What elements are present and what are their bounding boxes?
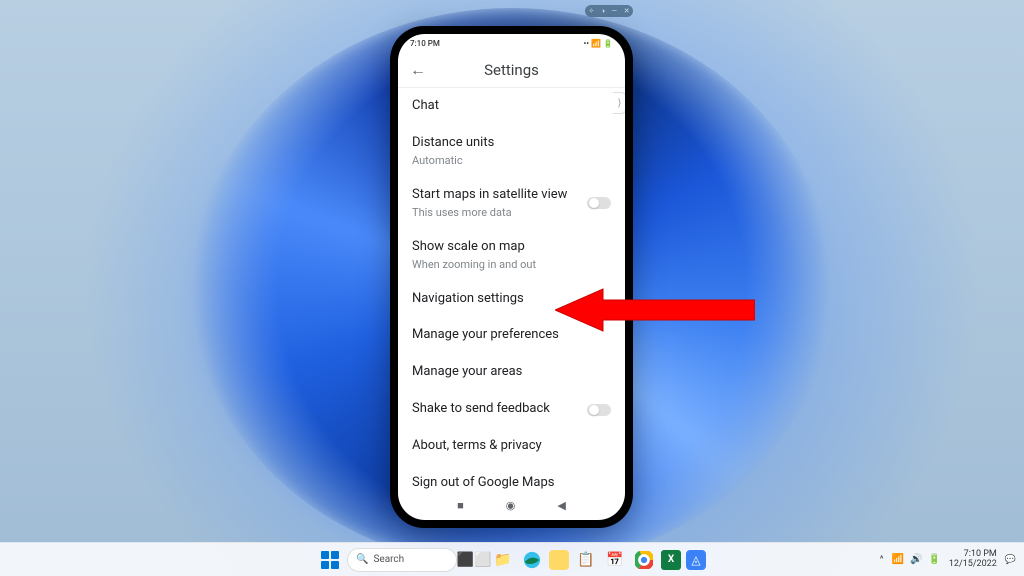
setting-title: Navigation settings	[412, 291, 524, 308]
setting-satellite-view[interactable]: Start maps in satellite view This uses m…	[398, 177, 625, 229]
toggle-switch[interactable]	[587, 404, 611, 416]
edge-icon[interactable]	[520, 548, 544, 572]
clock-date: 12/15/2022	[949, 560, 997, 570]
toggle-switch[interactable]	[587, 197, 611, 209]
app-icon-blue[interactable]: ◬	[686, 550, 706, 570]
setting-sub: This uses more data	[412, 206, 567, 219]
speaker-icon[interactable]: 🔊	[910, 554, 922, 565]
setting-manage-areas[interactable]: Manage your areas	[398, 354, 625, 391]
app-icon-3[interactable]: 📅	[603, 548, 627, 572]
search-icon: 🔍	[356, 554, 368, 565]
setting-chat[interactable]: Chat	[398, 88, 625, 125]
notifications-icon[interactable]: 💬	[1005, 555, 1016, 565]
taskbar-search[interactable]: 🔍 Search	[347, 548, 457, 572]
settings-list[interactable]: Chat Distance units Automatic Start maps…	[398, 88, 625, 490]
setting-title: Sign out of Google Maps	[412, 475, 555, 490]
setting-title: Shake to send feedback	[412, 401, 550, 418]
close-icon[interactable]: ✕	[624, 7, 630, 15]
taskbar-center: 🔍 Search ⬛⬜ 📁 📋 📅 X ◬	[318, 548, 706, 572]
windows-taskbar[interactable]: 🔍 Search ⬛⬜ 📁 📋 📅 X ◬ ^ 📶 🔊 🔋 7:10 PM 12…	[0, 542, 1024, 576]
setting-distance-units[interactable]: Distance units Automatic	[398, 125, 625, 177]
page-title: Settings	[410, 61, 613, 79]
start-button[interactable]	[318, 548, 342, 572]
setting-title: Distance units	[412, 135, 494, 152]
nav-home-icon[interactable]: ◉	[506, 499, 516, 512]
setting-title: Start maps in satellite view	[412, 187, 567, 204]
setting-show-scale[interactable]: Show scale on map When zooming in and ou…	[398, 229, 625, 281]
explorer-icon[interactable]: 📁	[491, 548, 515, 572]
setting-navigation[interactable]: Navigation settings	[398, 281, 625, 318]
setting-sign-out[interactable]: Sign out of Google Maps	[398, 465, 625, 490]
wifi-icon[interactable]: 📶	[892, 554, 904, 565]
tray-chevron-icon[interactable]: ^	[880, 555, 884, 565]
phone-statusbar: 7:10 PM ••📶🔋	[398, 34, 625, 52]
setting-title: Show scale on map	[412, 239, 536, 256]
setting-shake-feedback[interactable]: Shake to send feedback	[398, 391, 625, 428]
setting-manage-preferences[interactable]: Manage your preferences	[398, 317, 625, 354]
setting-about[interactable]: About, terms & privacy	[398, 428, 625, 465]
setting-title: Manage your areas	[412, 364, 522, 381]
chrome-icon[interactable]	[632, 548, 656, 572]
setting-title: About, terms & privacy	[412, 438, 542, 455]
setting-sub: When zooming in and out	[412, 258, 536, 271]
app-icon-1[interactable]	[549, 550, 569, 570]
status-time: 7:10 PM	[410, 39, 440, 48]
nav-back-icon[interactable]: ◀	[557, 499, 565, 512]
android-nav-bar: ■ ◉ ◀	[398, 490, 625, 520]
nav-recent-icon[interactable]: ■	[457, 499, 464, 512]
search-placeholder: Search	[373, 554, 404, 565]
setting-title: Chat	[412, 98, 439, 115]
battery-icon[interactable]: 🔋	[928, 554, 940, 565]
screenshot-toolbar[interactable]: ✧ ◑ — ✕	[585, 5, 633, 17]
side-drawer-tab[interactable]: ⟩	[613, 92, 625, 114]
setting-title: Manage your preferences	[412, 327, 559, 344]
app-header: ← Settings	[398, 52, 625, 88]
status-icons: ••📶🔋	[583, 39, 613, 48]
taskbar-clock[interactable]: 7:10 PM 12/15/2022	[949, 550, 997, 570]
app-icon-2[interactable]: 📋	[574, 548, 598, 572]
task-view-icon[interactable]: ⬛⬜	[462, 548, 486, 572]
system-tray[interactable]: ^ 📶 🔊 🔋 7:10 PM 12/15/2022 💬	[880, 550, 1016, 570]
phone-frame: 7:10 PM ••📶🔋 ← Settings ⟩ Chat Distance …	[390, 26, 633, 528]
minimize-icon[interactable]: —	[612, 7, 617, 15]
opacity-icon[interactable]: ◑	[601, 7, 605, 15]
pin-icon[interactable]: ✧	[588, 7, 594, 15]
setting-sub: Automatic	[412, 154, 494, 167]
phone-screen: 7:10 PM ••📶🔋 ← Settings ⟩ Chat Distance …	[398, 34, 625, 520]
excel-icon[interactable]: X	[661, 550, 681, 570]
